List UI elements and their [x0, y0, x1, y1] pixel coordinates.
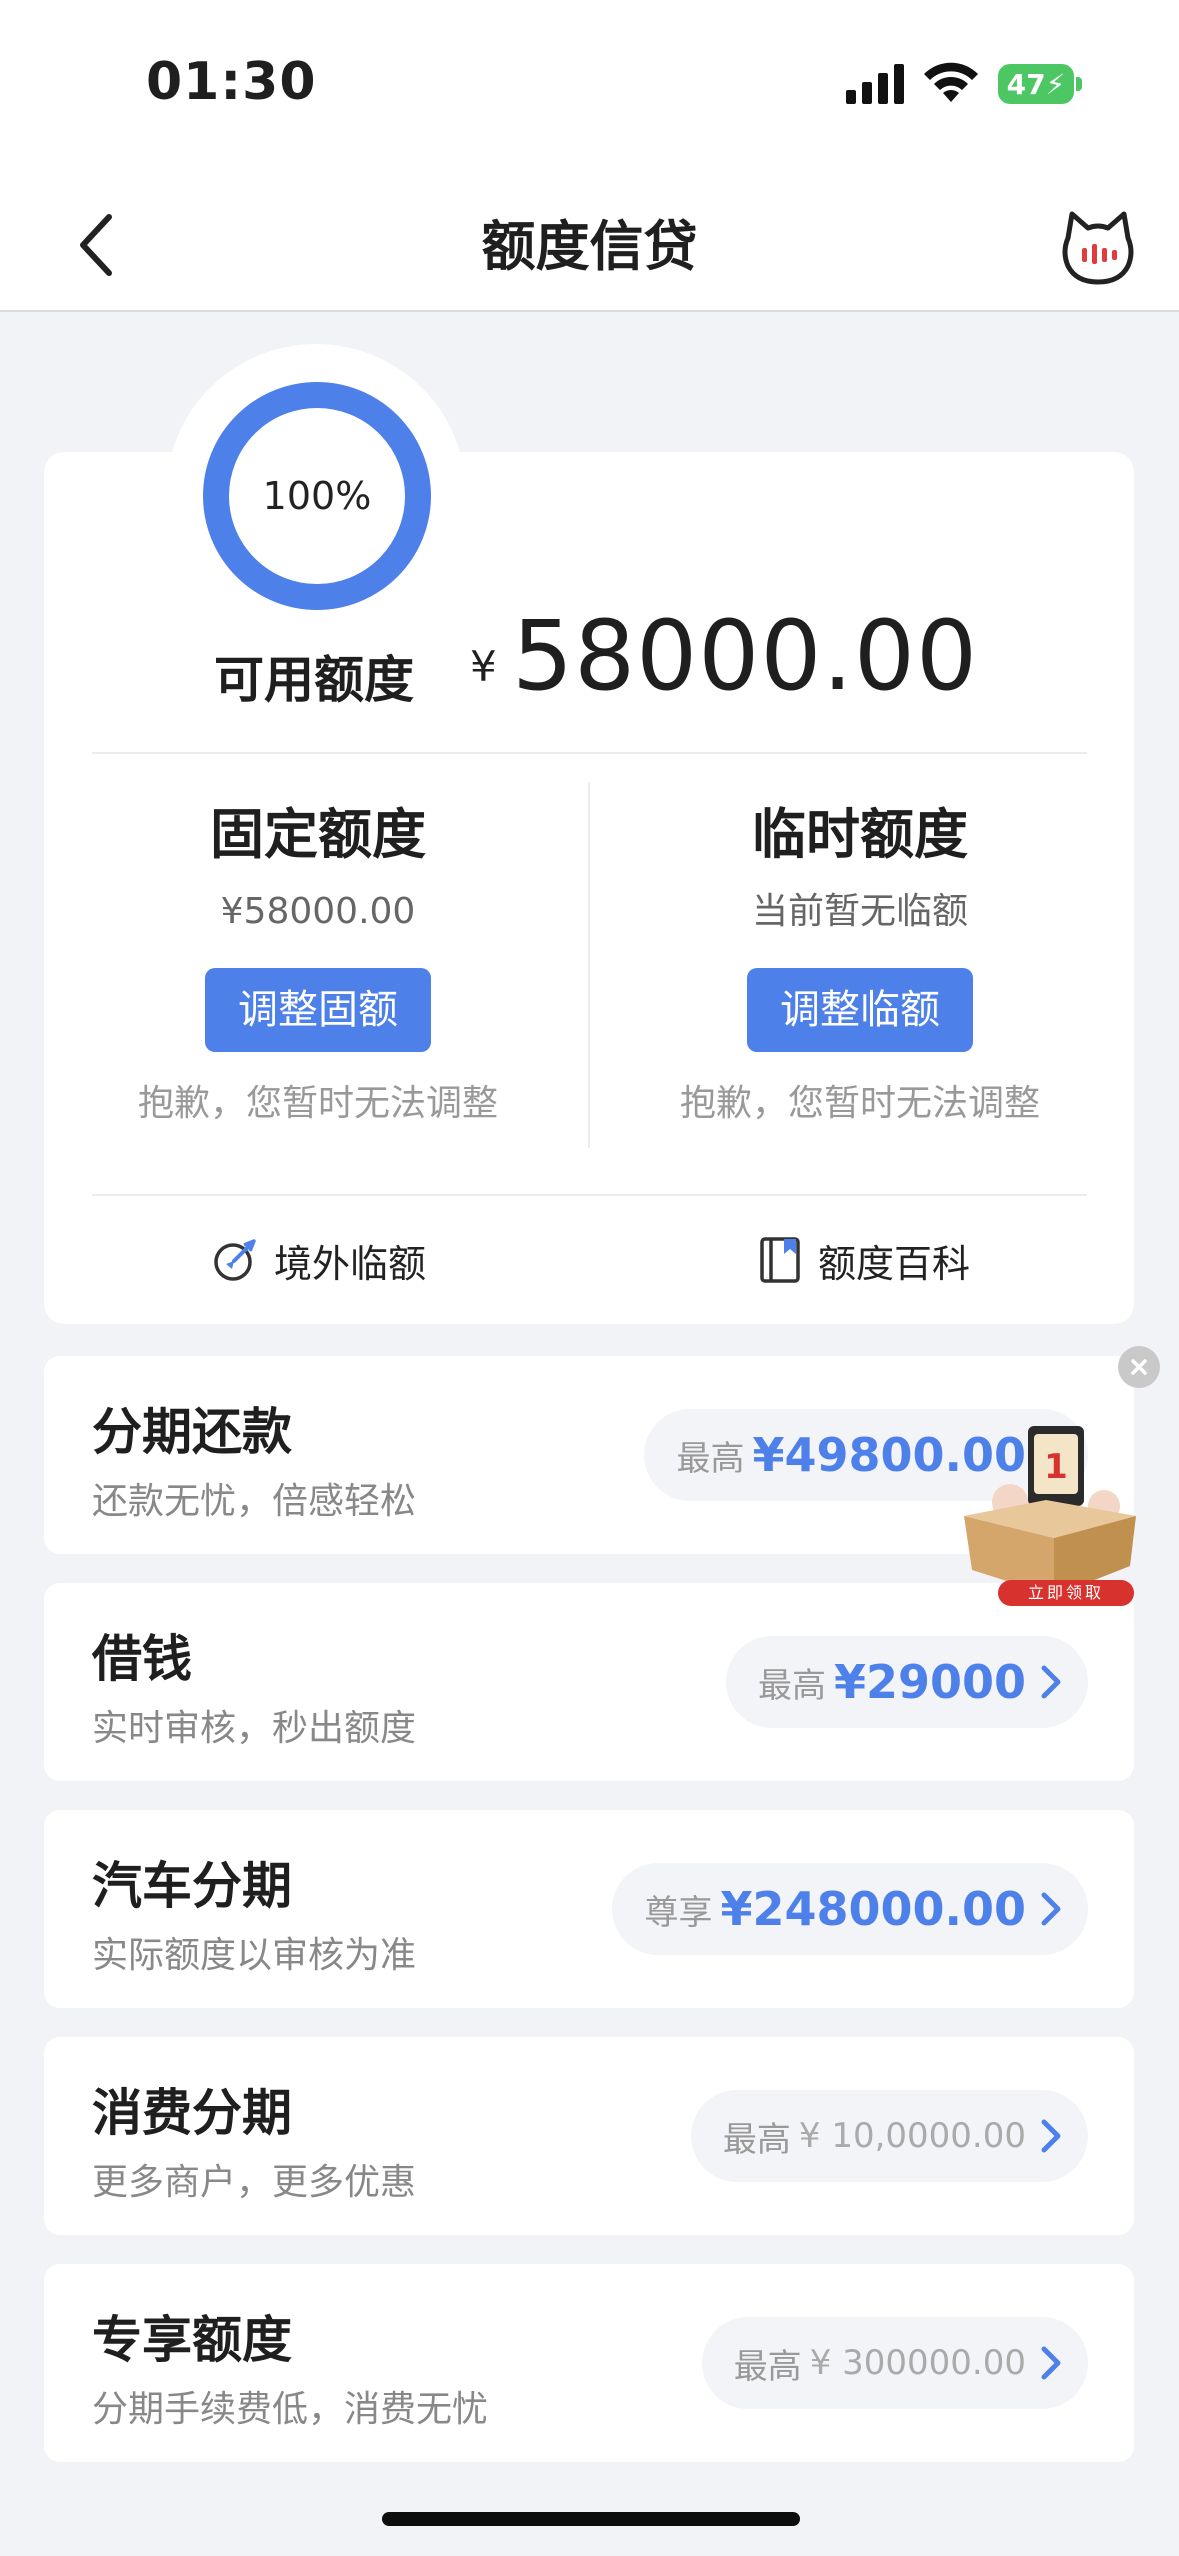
battery-cap	[1076, 77, 1082, 91]
column-divider	[588, 782, 590, 1148]
amount-prefix: 最高	[757, 1665, 826, 1706]
chevron-right-icon	[1041, 2119, 1061, 2153]
chevron-right-icon	[1041, 1892, 1061, 1926]
product-card-borrow[interactable]: 借钱 实时审核，秒出额度 最高 ¥29000	[44, 1583, 1134, 1781]
cellular-signal-icon	[846, 64, 904, 104]
product-title: 汽车分期	[92, 1857, 292, 1915]
amount-prefix: 尊享	[644, 1892, 713, 1933]
product-subtitle: 还款无忧，倍感轻松	[92, 1481, 417, 1522]
limit-encyclopedia-label: 额度百科	[818, 1241, 971, 1286]
top-header: 01:30 47 ⚡ 额度信贷	[0, 0, 1179, 312]
charging-bolt-icon: ⚡	[1045, 67, 1066, 101]
promo-calendar-number: 1	[1044, 1447, 1068, 1487]
book-icon	[760, 1237, 800, 1283]
temporary-limit-note: 抱歉，您暂时无法调整	[679, 1083, 1040, 1124]
temporary-limit-column: 临时额度 当前暂无临额 调整临额 抱歉，您暂时无法调整	[600, 800, 1120, 1126]
page-title: 额度信贷	[481, 215, 698, 278]
product-subtitle: 更多商户，更多优惠	[92, 2162, 417, 2203]
fixed-limit-value: ¥58000.00	[220, 891, 416, 932]
amount-value: ¥ 10,0000.00	[798, 2116, 1026, 2156]
amount-value: ¥29000	[833, 1655, 1026, 1709]
adjust-fixed-limit-button[interactable]: 调整固额	[205, 968, 431, 1052]
product-card-consumer-installment[interactable]: 消费分期 更多商户，更多优惠 最高 ¥ 10,0000.00	[44, 2037, 1134, 2235]
divider	[92, 1194, 1087, 1196]
temporary-limit-value: 当前暂无临额	[751, 891, 968, 932]
product-title: 借钱	[92, 1630, 192, 1688]
promo-close-button[interactable]	[1118, 1346, 1160, 1388]
product-subtitle: 实时审核，秒出额度	[92, 1708, 417, 1749]
product-title: 专享额度	[92, 2311, 292, 2369]
status-time: 01:30	[146, 52, 317, 112]
amount-prefix: 最高	[733, 2346, 802, 2387]
plane-clock-icon	[214, 1239, 256, 1281]
divider	[92, 752, 1087, 754]
amount-prefix: 最高	[722, 2119, 791, 2160]
wifi-icon	[924, 62, 978, 102]
product-card-car-installment[interactable]: 汽车分期 实际额度以审核为准 尊享 ¥248000.00	[44, 1810, 1134, 2008]
battery-level: 47	[1006, 67, 1046, 101]
fixed-limit-note: 抱歉，您暂时无法调整	[137, 1083, 498, 1124]
available-limit-label: 可用额度	[214, 651, 414, 709]
amount-value: ¥ 300000.00	[809, 2343, 1026, 2383]
product-amount-pill[interactable]: 尊享 ¥248000.00	[612, 1863, 1088, 1955]
overseas-temp-limit-link[interactable]: 境外临额	[212, 1228, 426, 1292]
cat-mascot-icon[interactable]	[1058, 208, 1138, 288]
product-subtitle: 分期手续费低，消费无忧	[92, 2389, 489, 2430]
battery-icon: 47 ⚡	[998, 64, 1074, 104]
chevron-right-icon	[1041, 1665, 1061, 1699]
product-title: 消费分期	[92, 2084, 292, 2142]
available-currency: ¥	[470, 642, 497, 691]
usage-ring: 100%	[203, 382, 431, 610]
product-amount-pill[interactable]: 最高 ¥29000	[725, 1636, 1088, 1728]
product-subtitle: 实际额度以审核为准	[92, 1935, 417, 1976]
amount-value: ¥248000.00	[720, 1882, 1026, 1936]
chevron-right-icon	[1041, 2346, 1061, 2380]
promo-claim-button[interactable]: 立即领取	[998, 1580, 1134, 1606]
product-card-exclusive-limit[interactable]: 专享额度 分期手续费低，消费无忧 最高 ¥ 300000.00	[44, 2264, 1134, 2462]
amount-prefix: 最高	[676, 1438, 745, 1479]
ring-percent: 100%	[262, 474, 372, 518]
temporary-limit-title: 临时额度	[752, 803, 968, 866]
fixed-limit-column: 固定额度 ¥58000.00 调整固额 抱歉，您暂时无法调整	[58, 800, 578, 1126]
product-amount-pill[interactable]: 最高 ¥ 300000.00	[701, 2317, 1088, 2409]
available-limit-amount: 58000.00	[512, 600, 979, 712]
adjust-temporary-limit-button[interactable]: 调整临额	[747, 968, 973, 1052]
overseas-temp-limit-label: 境外临额	[274, 1241, 427, 1286]
home-indicator	[382, 2512, 800, 2526]
fixed-limit-title: 固定额度	[210, 803, 426, 866]
product-amount-pill[interactable]: 最高 ¥ 10,0000.00	[690, 2090, 1088, 2182]
limit-encyclopedia-link[interactable]: 额度百科	[758, 1228, 970, 1292]
close-icon	[1131, 1359, 1147, 1375]
product-title: 分期还款	[92, 1403, 292, 1461]
